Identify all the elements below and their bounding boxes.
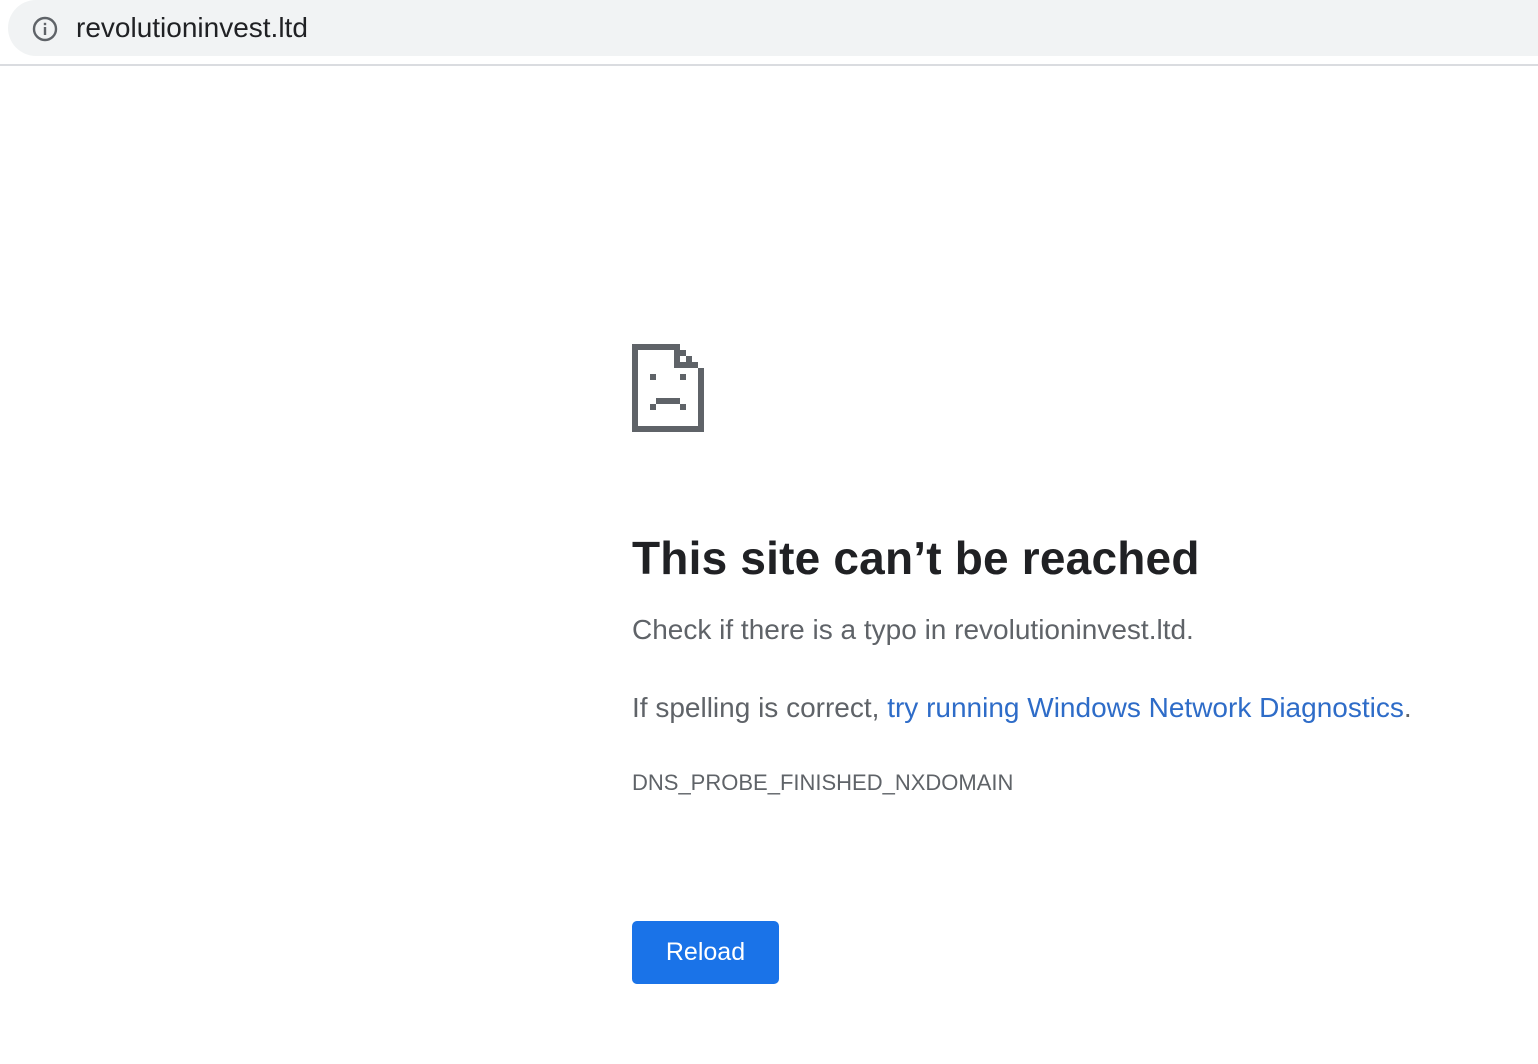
sad-document-icon <box>632 344 704 432</box>
error-content: This site can’t be reached Check if ther… <box>632 344 1512 798</box>
browser-toolbar: revolutioninvest.ltd <box>0 0 1538 66</box>
error-heading: This site can’t be reached <box>632 532 1200 584</box>
spelling-prefix: If spelling is correct, <box>632 692 888 723</box>
spelling-suffix: . <box>1403 692 1412 723</box>
info-icon[interactable] <box>32 16 58 42</box>
url-text[interactable]: revolutioninvest.ltd <box>76 10 308 46</box>
spelling-message: If spelling is correct, try running Wind… <box>632 690 1512 726</box>
address-bar[interactable]: revolutioninvest.ltd <box>8 0 1538 56</box>
error-code: DNS_PROBE_FINISHED_NXDOMAIN <box>632 770 1014 795</box>
reload-button[interactable]: Reload <box>632 921 779 984</box>
network-diagnostics-link[interactable]: try running Windows Network Diagnostics <box>887 692 1404 723</box>
typo-message: Check if there is a typo in revolutionin… <box>632 614 1194 645</box>
